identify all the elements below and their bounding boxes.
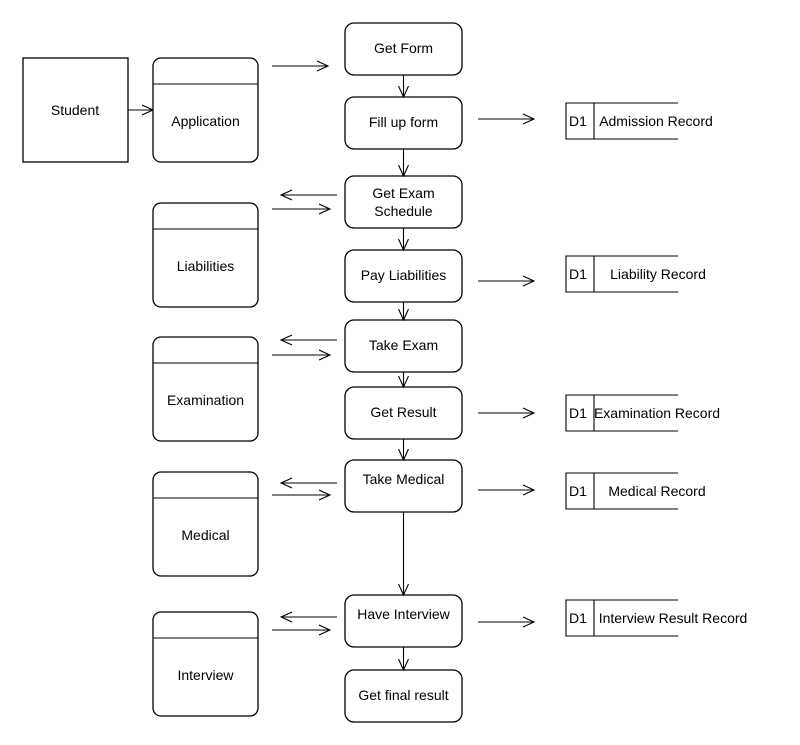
- store-label: Interview: [177, 667, 234, 683]
- data-store-1: D1 Admission Record: [565, 102, 713, 140]
- process-label: Get Form: [374, 40, 433, 56]
- data-store-4: D1 Medical Record: [565, 472, 706, 510]
- store-label: Medical: [181, 527, 229, 543]
- process-1: Get Form: [344, 22, 463, 76]
- data-store-label: Interview Result Record: [599, 610, 748, 626]
- store-label: Application: [171, 113, 240, 129]
- process-label: Have Interview: [357, 606, 450, 622]
- store-label: Liabilities: [177, 258, 235, 274]
- process-8: Have Interview: [344, 594, 463, 648]
- process-7: Take Medical: [344, 459, 463, 513]
- process-label: Get Result: [370, 404, 436, 420]
- data-store-label: Examination Record: [594, 405, 720, 421]
- data-store-id: D1: [569, 483, 587, 499]
- data-store-3: D1 Examination Record: [565, 394, 720, 432]
- store-medical: Medical: [152, 471, 259, 577]
- process-label: Fill up form: [369, 114, 438, 130]
- process-label: Schedule: [374, 203, 433, 219]
- process-5: Take Exam: [344, 319, 463, 373]
- data-flow-diagram: Student Application Liabilities Examinatio…: [22, 22, 748, 723]
- data-store-id: D1: [569, 610, 587, 626]
- store-interview: Interview: [152, 611, 259, 717]
- store-application: Application: [152, 57, 259, 163]
- process-3: Get Exam Schedule: [344, 175, 463, 229]
- process-label: Get final result: [358, 687, 448, 703]
- store-examination: Examination: [152, 336, 259, 442]
- data-store-label: Liability Record: [610, 266, 706, 282]
- process-label: Take Exam: [369, 337, 438, 353]
- data-store-id: D1: [569, 405, 587, 421]
- data-store-2: D1 Liability Record: [565, 255, 706, 293]
- process-9: Get final result: [344, 669, 463, 723]
- process-6: Get Result: [344, 386, 463, 440]
- data-store-5: D1 Interview Result Record: [565, 599, 748, 637]
- external-entity-student: Student: [22, 57, 129, 163]
- svg-text:Student: Student: [51, 102, 99, 118]
- process-label: Pay Liabilities: [361, 267, 447, 283]
- data-store-id: D1: [569, 266, 587, 282]
- process-2: Fill up form: [344, 96, 463, 150]
- data-store-id: D1: [569, 113, 587, 129]
- process-4: Pay Liabilities: [344, 249, 463, 303]
- data-store-label: Medical Record: [608, 483, 705, 499]
- process-label: Take Medical: [363, 471, 445, 487]
- data-store-label: Admission Record: [599, 113, 713, 129]
- store-label: Examination: [167, 392, 244, 408]
- store-liabilities: Liabilities: [152, 202, 259, 308]
- process-label: Get Exam: [372, 185, 434, 201]
